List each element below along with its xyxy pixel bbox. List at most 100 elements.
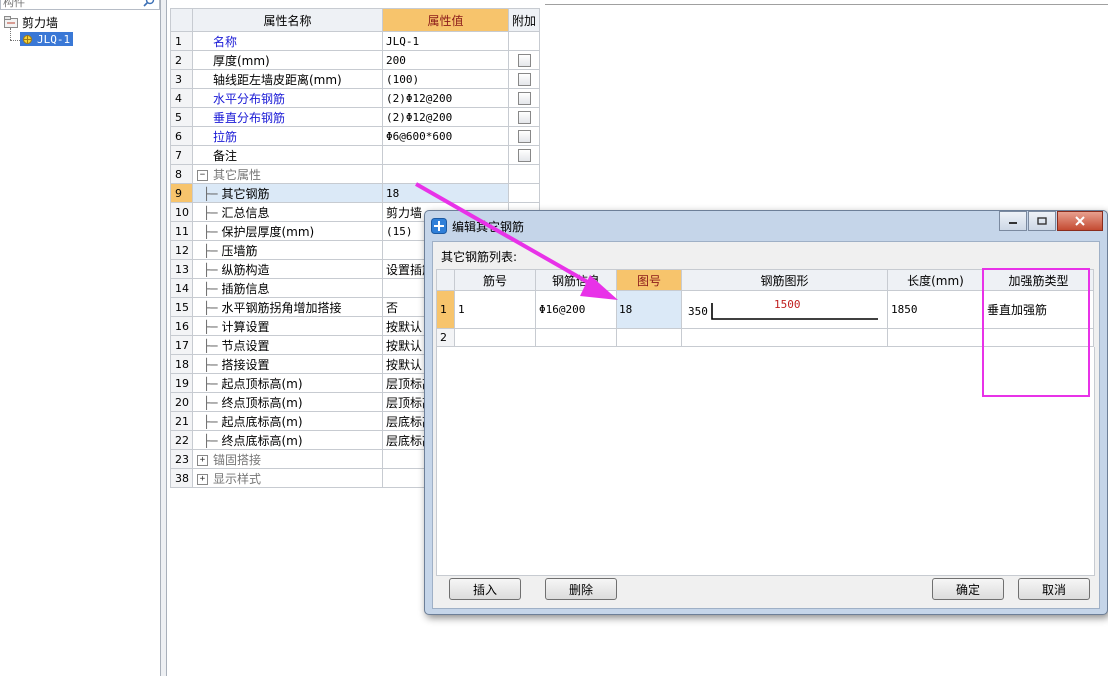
expand-icon[interactable]: +	[197, 454, 208, 466]
property-value[interactable]	[382, 145, 509, 165]
row-number[interactable]: 10	[170, 202, 193, 222]
tree-node-jlq-1[interactable]: JLQ-1	[20, 32, 74, 46]
cell-rebar-shape[interactable]: 350 1500	[681, 290, 888, 329]
minimize-button[interactable]	[999, 211, 1027, 231]
row-number[interactable]: 22	[170, 430, 193, 450]
ok-button[interactable]: 确定	[932, 578, 1004, 600]
property-name-cell[interactable]: − 其它属性	[192, 164, 383, 184]
cell-bar-no[interactable]: 1	[454, 290, 536, 329]
row-number[interactable]: 2	[170, 50, 193, 70]
property-name-cell[interactable]: ├─ 汇总信息	[192, 202, 383, 222]
property-add-cell[interactable]	[508, 107, 540, 127]
property-value[interactable]: 200	[382, 50, 509, 70]
property-name-cell[interactable]: 厚度(mm)	[192, 50, 383, 70]
cell-length[interactable]	[887, 328, 984, 347]
property-value[interactable]: (2)Φ12@200	[382, 88, 509, 108]
property-name-cell[interactable]: ├─ 起点底标高(m)	[192, 411, 383, 431]
property-row[interactable]: 4 水平分布钢筋 (2)Φ12@200	[170, 88, 540, 108]
property-value[interactable]: JLQ-1	[382, 31, 509, 51]
row-number[interactable]: 8	[170, 164, 193, 184]
row-number[interactable]: 6	[170, 126, 193, 146]
row-number[interactable]: 2	[436, 328, 455, 347]
property-row[interactable]: 5 垂直分布钢筋 (2)Φ12@200	[170, 107, 540, 127]
expand-icon[interactable]: +	[197, 473, 208, 485]
row-number[interactable]: 17	[170, 335, 193, 355]
add-checkbox[interactable]	[517, 92, 531, 105]
property-row[interactable]: 9 ├─ 其它钢筋 18	[170, 183, 540, 203]
property-value[interactable]	[382, 164, 509, 184]
property-row[interactable]: 2 厚度(mm) 200	[170, 50, 540, 70]
insert-button[interactable]: 插入	[449, 578, 521, 600]
search-icon[interactable]	[143, 0, 155, 7]
search-input[interactable]	[1, 0, 133, 9]
cell-bar-no[interactable]	[454, 328, 536, 347]
row-number[interactable]: 13	[170, 259, 193, 279]
row-number[interactable]: 23	[170, 449, 193, 469]
property-add-cell[interactable]	[508, 69, 540, 89]
property-name-cell[interactable]: ├─ 搭接设置	[192, 354, 383, 374]
property-name-cell[interactable]: 轴线距左墙皮距离(mm)	[192, 69, 383, 89]
add-checkbox[interactable]	[517, 111, 531, 124]
add-checkbox[interactable]	[517, 54, 531, 67]
search-box[interactable]	[0, 0, 160, 10]
row-number[interactable]: 20	[170, 392, 193, 412]
cell-rebar-shape[interactable]	[681, 328, 888, 347]
property-name-cell[interactable]: ├─ 其它钢筋	[192, 183, 383, 203]
row-number[interactable]: 4	[170, 88, 193, 108]
shape-dim-left[interactable]: 350	[688, 305, 708, 318]
delete-button[interactable]: 删除	[545, 578, 617, 600]
property-name-cell[interactable]: 名称	[192, 31, 383, 51]
row-number[interactable]: 19	[170, 373, 193, 393]
collapse-icon[interactable]: −	[197, 169, 208, 181]
cell-figure-no[interactable]	[616, 328, 682, 347]
row-number[interactable]: 21	[170, 411, 193, 431]
property-row[interactable]: 3 轴线距左墙皮距离(mm) (100)	[170, 69, 540, 89]
cell-rebar-info[interactable]	[535, 328, 617, 347]
row-number[interactable]: 5	[170, 107, 193, 127]
property-name-cell[interactable]: 拉筋	[192, 126, 383, 146]
row-number[interactable]: 18	[170, 354, 193, 374]
row-number[interactable]: 11	[170, 221, 193, 241]
row-number[interactable]: 14	[170, 278, 193, 298]
cell-rebar-info[interactable]: Φ16@200	[535, 290, 617, 329]
property-name-cell[interactable]: ├─ 压墙筋	[192, 240, 383, 260]
row-number[interactable]: 3	[170, 69, 193, 89]
property-name-cell[interactable]: ├─ 插筋信息	[192, 278, 383, 298]
property-name-cell[interactable]: ├─ 纵筋构造	[192, 259, 383, 279]
row-number[interactable]: 1	[170, 31, 193, 51]
property-name-cell[interactable]: ├─ 起点顶标高(m)	[192, 373, 383, 393]
property-add-cell[interactable]	[508, 145, 540, 165]
add-checkbox[interactable]	[517, 130, 531, 143]
property-name-cell[interactable]: ├─ 终点顶标高(m)	[192, 392, 383, 412]
property-row[interactable]: 8− 其它属性	[170, 164, 540, 184]
property-name-cell[interactable]: 垂直分布钢筋	[192, 107, 383, 127]
cell-length[interactable]: 1850	[887, 290, 984, 329]
row-number[interactable]: 1	[436, 290, 455, 329]
dialog-title-bar[interactable]: 编辑其它钢筋	[431, 217, 524, 235]
property-name-cell[interactable]: ├─ 终点底标高(m)	[192, 430, 383, 450]
property-add-cell[interactable]	[508, 50, 540, 70]
property-row[interactable]: 1 名称 JLQ-1	[170, 31, 540, 51]
property-value[interactable]: (2)Φ12@200	[382, 107, 509, 127]
property-name-cell[interactable]: ├─ 保护层厚度(mm)	[192, 221, 383, 241]
cancel-button[interactable]: 取消	[1018, 578, 1090, 600]
property-row[interactable]: 7 备注	[170, 145, 540, 165]
row-number[interactable]: 12	[170, 240, 193, 260]
row-number[interactable]: 9	[170, 183, 193, 203]
row-number[interactable]: 15	[170, 297, 193, 317]
row-number[interactable]: 16	[170, 316, 193, 336]
row-number[interactable]: 7	[170, 145, 193, 165]
property-name-cell[interactable]: + 显示样式	[192, 468, 383, 488]
property-value[interactable]: 18	[382, 183, 509, 203]
property-add-cell[interactable]	[508, 88, 540, 108]
property-value[interactable]: Φ6@600*600	[382, 126, 509, 146]
property-name-cell[interactable]: 水平分布钢筋	[192, 88, 383, 108]
property-add-cell[interactable]	[508, 126, 540, 146]
property-row[interactable]: 6 拉筋 Φ6@600*600	[170, 126, 540, 146]
cell-figure-no[interactable]: 18	[616, 290, 682, 329]
close-button[interactable]	[1057, 211, 1103, 231]
property-name-cell[interactable]: 备注	[192, 145, 383, 165]
row-number[interactable]: 38	[170, 468, 193, 488]
property-name-cell[interactable]: ├─ 水平钢筋拐角增加搭接	[192, 297, 383, 317]
tree-node-shear-wall[interactable]: 剪力墙	[4, 14, 58, 30]
